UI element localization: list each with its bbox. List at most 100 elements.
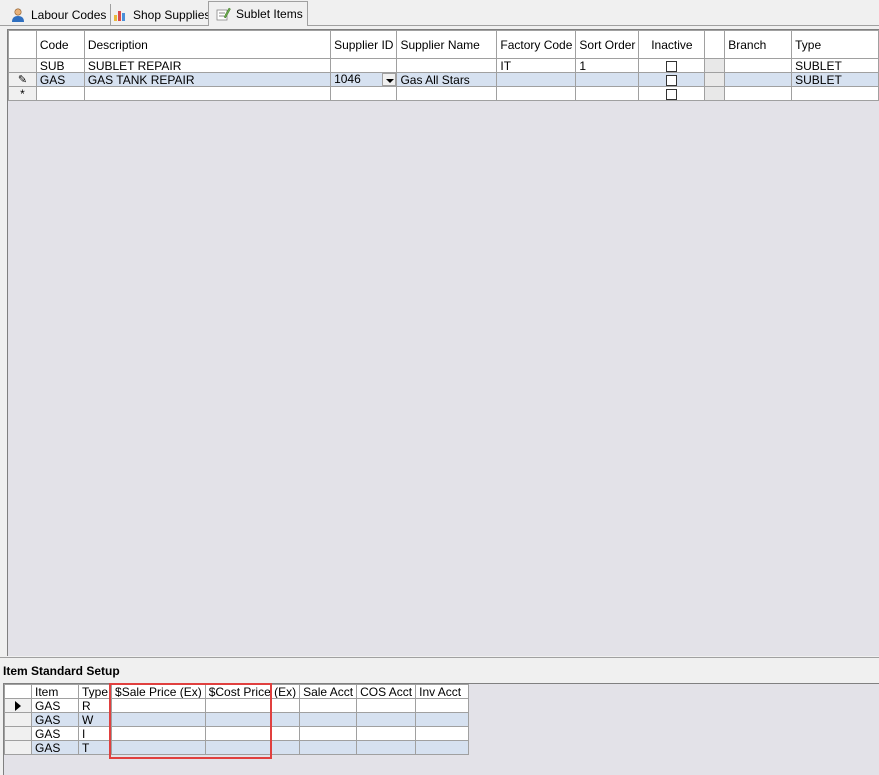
row-selector[interactable] — [4, 726, 32, 741]
column-header-type[interactable]: Type — [791, 30, 879, 59]
cell-item[interactable]: GAS — [31, 712, 79, 727]
cell-sale-price[interactable] — [111, 698, 206, 713]
row-selector-header[interactable] — [8, 30, 37, 59]
column-header-code[interactable]: Code — [35, 30, 85, 59]
cell-type[interactable]: W — [77, 712, 113, 727]
row-action-button[interactable] — [704, 72, 726, 87]
cell-inv-acct[interactable] — [415, 712, 470, 727]
row-action-button[interactable] — [704, 86, 726, 101]
cell-code[interactable]: GAS — [35, 72, 85, 87]
inactive-checkbox[interactable] — [666, 60, 678, 72]
column-header-cos-acct[interactable]: COS Acct — [356, 684, 417, 699]
cell-inactive — [638, 86, 706, 101]
cell-cos-acct[interactable] — [356, 698, 417, 713]
cell-supplier-id[interactable] — [330, 58, 398, 73]
cell-cost-price[interactable] — [204, 740, 301, 755]
cell-type[interactable]: SUBLET — [791, 58, 879, 73]
row-selector-header[interactable] — [4, 684, 32, 699]
cell-sale-price[interactable] — [111, 726, 206, 741]
new-row[interactable]: * — [8, 86, 879, 101]
row-selector-new[interactable]: * — [8, 86, 37, 101]
inactive-checkbox[interactable] — [666, 74, 678, 86]
column-header-sale-price[interactable]: $Sale Price (Ex) — [111, 684, 206, 699]
cell-cost-price[interactable] — [204, 726, 301, 741]
column-header-description[interactable]: Description — [83, 30, 332, 59]
column-header-item[interactable]: Item — [31, 684, 79, 699]
cell-item[interactable]: GAS — [31, 698, 79, 713]
chevron-down-icon[interactable] — [382, 73, 396, 86]
row-selector-edit[interactable]: ✎ — [8, 72, 37, 87]
cell-item[interactable]: GAS — [31, 740, 79, 755]
cell-sort-order[interactable]: 1 — [575, 58, 640, 73]
cell-code[interactable]: SUB — [35, 58, 85, 73]
item-standard-setup-grid[interactable]: Item Type $Sale Price (Ex) $Cost Price (… — [3, 683, 879, 775]
table-row[interactable]: GAS R — [4, 698, 470, 713]
column-header-sale-acct[interactable]: Sale Acct — [299, 684, 358, 699]
cell-sale-acct[interactable] — [299, 698, 358, 713]
row-selector-current[interactable] — [4, 698, 32, 713]
column-header-inv-acct[interactable]: Inv Acct — [415, 684, 470, 699]
table-row[interactable]: GAS W — [4, 712, 470, 727]
cell-supplier-name[interactable]: Gas All Stars — [396, 72, 498, 87]
cell-sort-order[interactable] — [575, 86, 640, 101]
cell-supplier-name[interactable] — [396, 58, 498, 73]
cell-sale-price[interactable] — [111, 740, 206, 755]
column-header-sort-order[interactable]: Sort Order — [575, 30, 640, 59]
cell-item[interactable]: GAS — [31, 726, 79, 741]
cell-code[interactable] — [35, 86, 85, 101]
column-header-button[interactable] — [704, 30, 726, 59]
cell-branch[interactable] — [724, 86, 793, 101]
cell-cost-price[interactable] — [204, 698, 301, 713]
cell-type[interactable]: T — [77, 740, 113, 755]
row-action-button[interactable] — [704, 58, 726, 73]
cell-supplier-name[interactable] — [396, 86, 498, 101]
column-header-factory-code[interactable]: Factory Code — [496, 30, 577, 59]
tab-labour-codes[interactable]: Labour Codes — [4, 4, 112, 26]
cell-sale-acct[interactable] — [299, 726, 358, 741]
column-header-cost-price[interactable]: $Cost Price (Ex) — [204, 684, 301, 699]
cell-cos-acct[interactable] — [356, 726, 417, 741]
cell-supplier-id[interactable]: 1046 — [330, 72, 398, 87]
cell-sale-price[interactable] — [111, 712, 206, 727]
cell-inv-acct[interactable] — [415, 698, 470, 713]
cell-cos-acct[interactable] — [356, 712, 417, 727]
table-row[interactable]: ✎ GAS GAS TANK REPAIR 1046 Gas All Stars… — [8, 72, 879, 87]
cell-type[interactable]: R — [77, 698, 113, 713]
cell-factory-code[interactable] — [496, 86, 577, 101]
cell-branch[interactable] — [724, 58, 793, 73]
cell-sale-acct[interactable] — [299, 712, 358, 727]
column-header-supplier-id[interactable]: Supplier ID — [330, 30, 398, 59]
cell-cost-price[interactable] — [204, 712, 301, 727]
row-selector[interactable] — [4, 712, 32, 727]
row-selector[interactable] — [4, 740, 32, 755]
cell-inactive — [638, 72, 706, 87]
cell-sort-order[interactable] — [575, 72, 640, 87]
cell-factory-code[interactable]: IT — [496, 58, 577, 73]
cell-type[interactable]: SUBLET — [791, 72, 879, 87]
table-row[interactable]: GAS T — [4, 740, 470, 755]
row-selector[interactable] — [8, 58, 37, 73]
cell-type[interactable]: I — [77, 726, 113, 741]
table-row[interactable]: SUB SUBLET REPAIR IT 1 SUBLET — [8, 58, 879, 73]
tab-sublet-items[interactable]: Sublet Items — [208, 1, 308, 26]
cell-branch[interactable] — [724, 72, 793, 87]
column-header-type[interactable]: Type — [77, 684, 113, 699]
cell-factory-code[interactable] — [496, 72, 577, 87]
inactive-checkbox[interactable] — [666, 88, 678, 100]
column-header-supplier-name[interactable]: Supplier Name — [396, 30, 498, 59]
cell-sale-acct[interactable] — [299, 740, 358, 755]
sublet-items-grid[interactable]: Code Description Supplier ID Supplier Na… — [7, 29, 879, 656]
column-header-branch[interactable]: Branch — [724, 30, 793, 59]
tab-shop-supplies[interactable]: Shop Supplies — [106, 4, 216, 26]
cell-type[interactable] — [791, 86, 879, 101]
panel-splitter[interactable] — [0, 657, 879, 661]
cell-cos-acct[interactable] — [356, 740, 417, 755]
cell-description[interactable]: SUBLET REPAIR — [83, 58, 332, 73]
cell-description[interactable]: GAS TANK REPAIR — [83, 72, 332, 87]
table-row[interactable]: GAS I — [4, 726, 470, 741]
cell-supplier-id[interactable] — [330, 86, 398, 101]
cell-inv-acct[interactable] — [415, 740, 470, 755]
cell-inv-acct[interactable] — [415, 726, 470, 741]
column-header-inactive[interactable]: Inactive — [638, 30, 706, 59]
cell-description[interactable] — [83, 86, 332, 101]
